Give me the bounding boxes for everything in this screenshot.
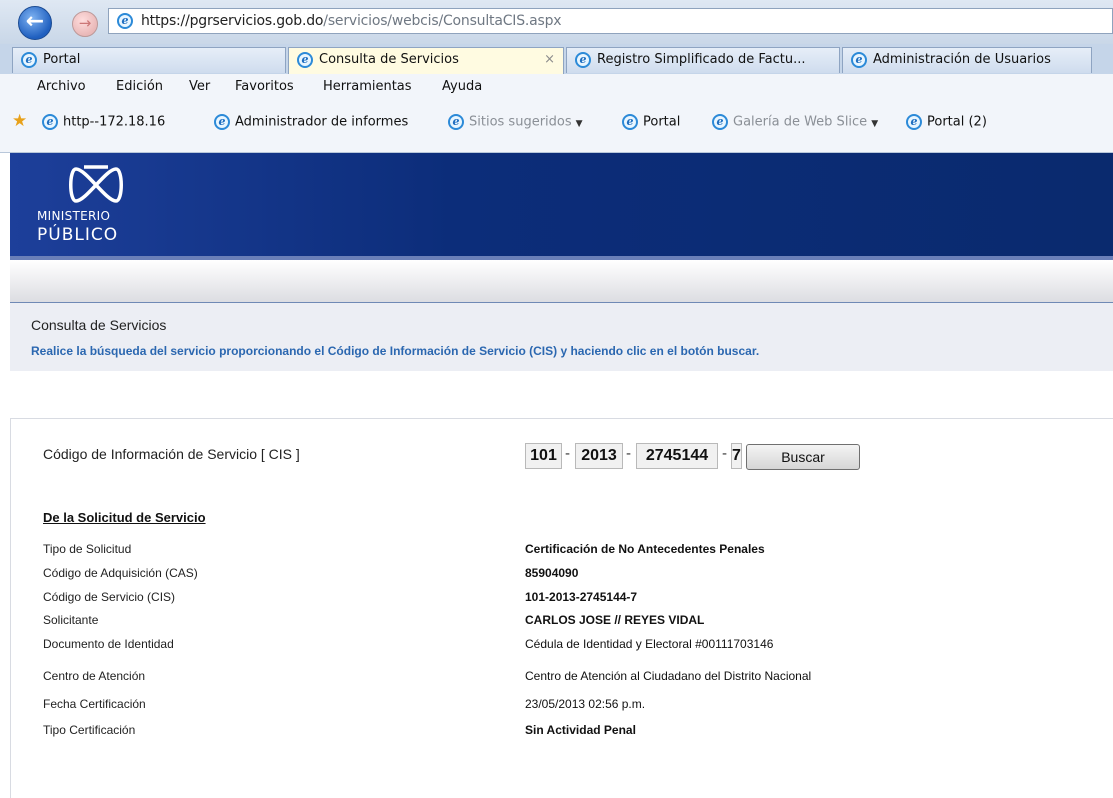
favorites-star-icon[interactable]: ★ [12,111,27,131]
page-description: Realice la búsqueda del servicio proporc… [31,344,760,358]
favorite-link[interactable]: e Portal [622,114,680,130]
menu-herramientas[interactable]: Herramientas [323,79,412,94]
tab-label: Registro Simplificado de Factu... [597,52,806,67]
section-title: De la Solicitud de Servicio [43,510,206,525]
ie-favorite-icon: e [214,114,230,130]
favorite-link-sitios-sugeridos[interactable]: e Sitios sugeridos ▼ [448,114,583,130]
tab-consulta-servicios[interactable]: e Consulta de Servicios × [288,47,564,75]
detail-label: Solicitante [43,613,99,627]
favorites-bar: ★ e http--172.18.16 e Administrador de inf… [0,102,1113,153]
menu-favoritos[interactable]: Favoritos [235,79,294,94]
detail-value: Certificación de No Antecedentes Penales [525,542,765,556]
detail-value: 23/05/2013 02:56 p.m. [525,697,646,711]
cis-separator: - [722,446,728,462]
tab-portal[interactable]: e Portal [12,47,286,73]
ie-favorite-icon: e [622,114,638,130]
ie-page-icon: e [117,13,133,29]
favorite-link[interactable]: e Portal (2) [906,114,987,130]
favorite-label: Galería de Web Slice [733,114,868,130]
forward-arrow-icon[interactable]: → [72,11,98,37]
menu-ayuda[interactable]: Ayuda [442,79,482,94]
detail-label: Documento de Identidad [43,637,174,651]
ie-favorite-icon: e [448,114,464,130]
chevron-down-icon: ▼ [575,118,583,129]
close-tab-icon[interactable]: × [544,48,555,72]
cis-label: Código de Información de Servicio [ CIS … [43,446,300,462]
page-title: Consulta de Servicios [31,317,167,333]
ie-favorite-icon: e [42,114,58,130]
tab-administracion-usuarios[interactable]: e Administración de Usuarios [842,47,1092,73]
buscar-button[interactable]: Buscar [746,444,860,470]
menu-archivo[interactable]: Archivo [37,79,86,94]
chevron-down-icon: ▼ [871,118,879,129]
detail-label: Tipo de Solicitud [43,542,132,556]
logo-line1: MINISTERIO [37,209,111,223]
detail-label: Código de Servicio (CIS) [43,590,176,604]
favorite-label: Sitios sugeridos [469,114,572,130]
logo-line2: PÚBLICO [37,225,119,245]
cis-part1-input[interactable]: 101 [525,443,562,469]
url-path: /servicios/webcis/ConsultaCIS.aspx [323,13,562,29]
nav-bar [10,260,1113,302]
site-banner: MINISTERIO PÚBLICO [10,153,1113,256]
menu-ver[interactable]: Ver [189,79,210,94]
tab-label: Consulta de Servicios [319,52,459,67]
cis-part3-input[interactable]: 2745144 [636,443,718,469]
back-arrow-icon[interactable]: ← [18,6,52,40]
ie-tab-icon: e [851,51,867,68]
address-field[interactable]: e https://pgrservicios.gob.do/servicios/… [108,8,1113,34]
detail-label: Código de Adquisición (CAS) [43,566,198,580]
cis-part4-input[interactable]: 7 [731,443,742,469]
tab-label: Administración de Usuarios [873,52,1051,67]
page-header: Consulta de Servicios Realice la búsqued… [10,303,1113,371]
ie-favorite-icon: e [906,114,922,130]
detail-value: Centro de Atención al Ciudadano del Dist… [525,669,812,683]
cis-separator: - [626,446,632,462]
ie-favorite-icon: e [712,114,728,130]
favorite-link-web-slice[interactable]: e Galería de Web Slice ▼ [712,114,878,130]
favorite-link[interactable]: e http--172.18.16 [42,114,165,130]
detail-value: 85904090 [525,566,579,580]
tab-bar: e Portal e Consulta de Servicios × e Regist… [0,44,1113,75]
menu-edicion[interactable]: Edición [116,79,163,94]
detail-label: Tipo Certificación [43,723,136,737]
ministerio-publico-logo-icon [69,165,123,203]
tab-label: Portal [43,52,81,67]
favorite-link[interactable]: e Administrador de informes [214,114,408,130]
ie-tab-icon: e [297,51,313,68]
divider [10,419,11,798]
tab-registro-simplificado[interactable]: e Registro Simplificado de Factu... [566,47,840,73]
detail-label: Centro de Atención [43,669,146,683]
divider [10,418,1113,419]
ie-tab-icon: e [575,51,591,68]
cis-part2-input[interactable]: 2013 [575,443,623,469]
favorite-label: http--172.18.16 [63,114,166,130]
favorite-label: Portal [643,114,681,130]
favorite-label: Portal (2) [927,114,987,130]
detail-label: Fecha Certificación [43,697,146,711]
url-text: https://pgrservicios.gob.do/servicios/we… [141,13,562,29]
address-bar-row: ← → e https://pgrservicios.gob.do/servic… [0,0,1113,44]
favorite-label: Administrador de informes [235,114,409,130]
menu-bar: Archivo Edición Ver Favoritos Herramient… [0,74,1113,102]
detail-value: Cédula de Identidad y Electoral #0011170… [525,637,774,651]
ie-tab-icon: e [21,51,37,68]
detail-value: CARLOS JOSE // REYES VIDAL [525,613,705,627]
cis-separator: - [565,446,571,462]
url-host: https://pgrservicios.gob.do [141,13,324,29]
detail-value: Sin Actividad Penal [525,723,636,737]
detail-value: 101-2013-2745144-7 [525,590,638,604]
